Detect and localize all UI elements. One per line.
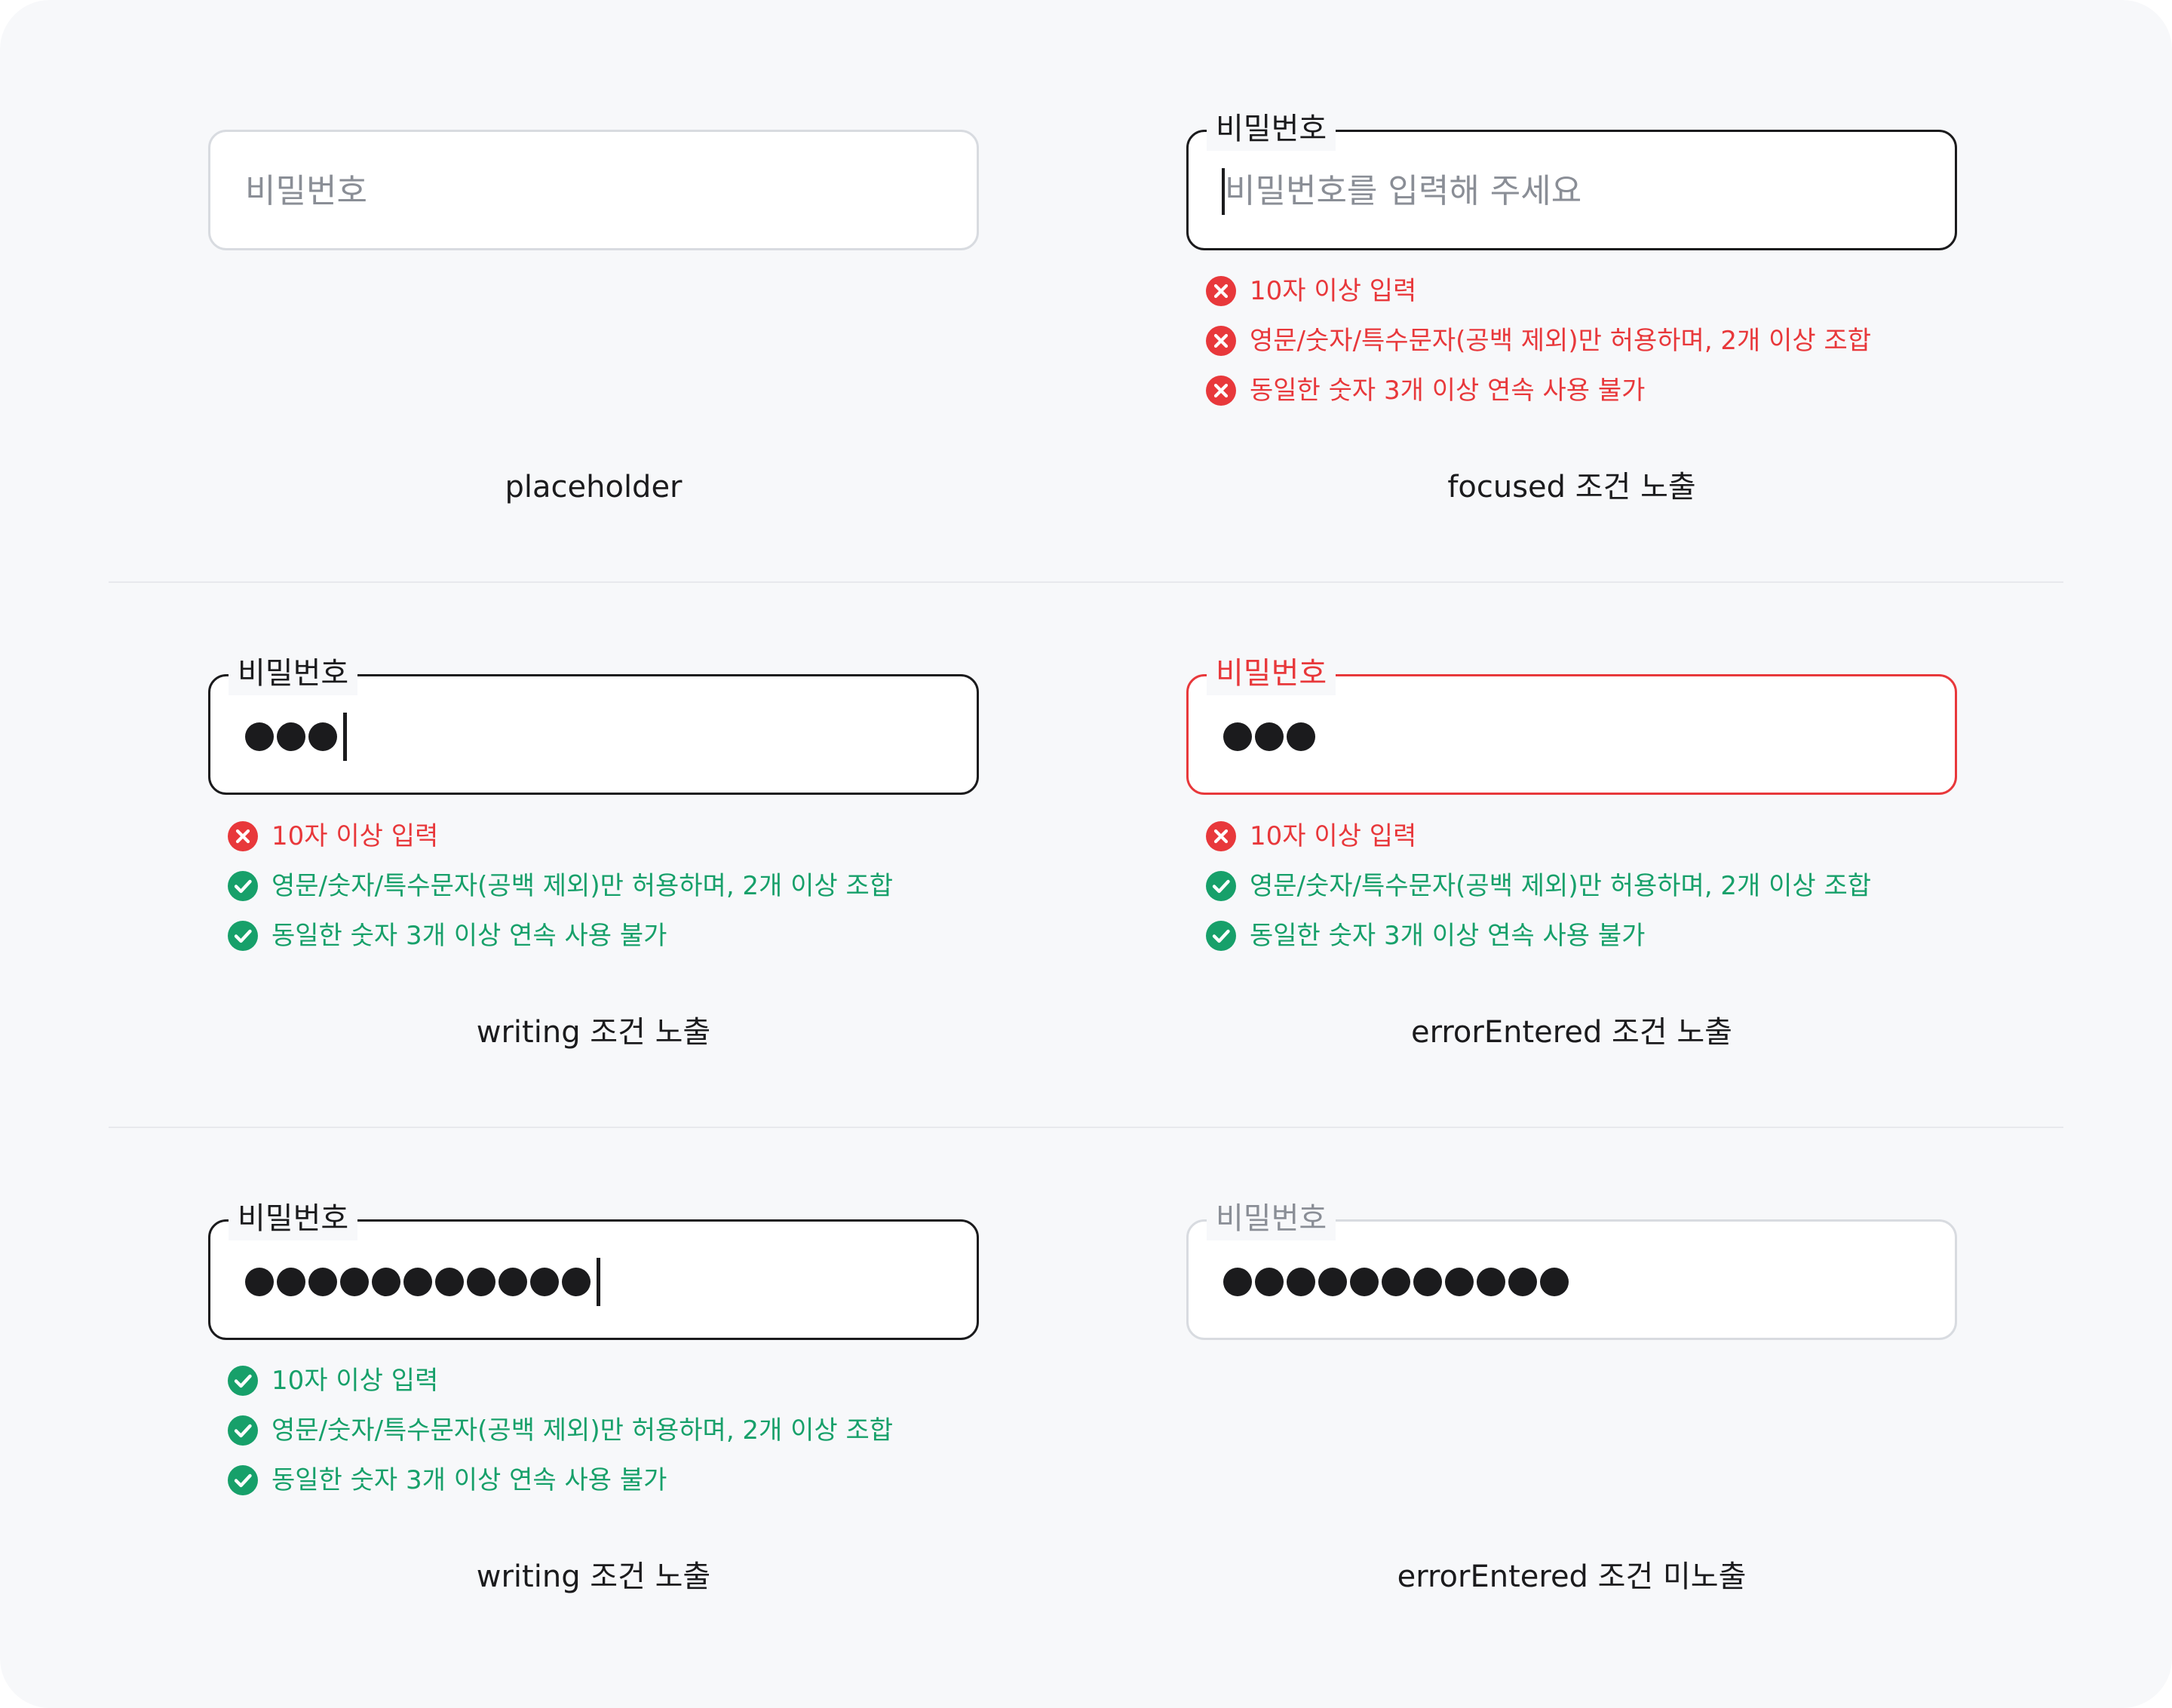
field-label: 비밀번호 xyxy=(1207,652,1336,695)
password-field-focused[interactable]: 비밀번호 비밀번호를 입력해 주세요 xyxy=(1186,107,1957,250)
mask-dot xyxy=(245,1268,274,1296)
mask-dot xyxy=(1223,1268,1252,1296)
field-label: 비밀번호 xyxy=(1207,107,1336,151)
mask-dot xyxy=(1540,1268,1569,1296)
text-caret xyxy=(1222,168,1225,215)
mask-dot xyxy=(499,1268,527,1296)
rule-item: 10자 이상 입력 xyxy=(1206,811,1871,861)
state-caption-placeholder: placeholder xyxy=(505,470,683,504)
rule-item: 동일한 숫자 3개 이상 연속 사용 불가 xyxy=(1206,366,1871,416)
mask-dot xyxy=(1350,1268,1379,1296)
error-x-icon xyxy=(1206,326,1236,356)
mask-dot xyxy=(1255,1268,1284,1296)
password-field-placeholder[interactable]: 비밀번호 xyxy=(208,130,979,250)
mask-dot xyxy=(372,1268,400,1296)
mask-dot xyxy=(403,1268,432,1296)
rule-item: 동일한 숫자 3개 이상 연속 사용 불가 xyxy=(228,911,893,961)
check-circle-icon xyxy=(228,1465,258,1495)
rule-text: 10자 이상 입력 xyxy=(272,821,439,851)
field-label: 비밀번호 xyxy=(229,652,358,695)
text-caret xyxy=(343,713,347,761)
rule-list-writing: 10자 이상 입력 영문/숫자/특수문자(공백 제외)만 허용하며, 2개 이상… xyxy=(228,811,893,961)
password-field-error[interactable]: 비밀번호 xyxy=(1186,652,1957,795)
mask-dot xyxy=(340,1268,369,1296)
rule-item: 10자 이상 입력 xyxy=(228,811,893,861)
state-caption-error: errorEntered 조건 노출 xyxy=(1411,1015,1732,1050)
mask-dot xyxy=(530,1268,559,1296)
error-x-icon xyxy=(228,821,258,851)
rule-text: 영문/숫자/특수문자(공백 제외)만 허용하며, 2개 이상 조합 xyxy=(272,1415,894,1446)
mask-dot xyxy=(1223,722,1252,751)
rule-item: 동일한 숫자 3개 이상 연속 사용 불가 xyxy=(1206,911,1871,961)
mask-dot xyxy=(467,1268,495,1296)
state-caption-writing-valid: writing 조건 노출 xyxy=(476,1559,711,1594)
row-divider xyxy=(109,581,2063,583)
mask-dot xyxy=(245,722,274,751)
state-caption-writing: writing 조건 노출 xyxy=(476,1015,711,1050)
text-caret xyxy=(597,1258,600,1306)
error-x-icon xyxy=(1206,821,1236,851)
rule-item: 영문/숫자/특수문자(공백 제외)만 허용하며, 2개 이상 조합 xyxy=(1206,861,1871,911)
masked-password-value xyxy=(1223,714,1318,759)
check-circle-icon xyxy=(228,1415,258,1446)
rule-text: 동일한 숫자 3개 이상 연속 사용 불가 xyxy=(1250,376,1646,406)
masked-password-value xyxy=(245,713,347,761)
mask-dot xyxy=(1477,1268,1505,1296)
password-field-entered[interactable]: 비밀번호 xyxy=(1186,1197,1957,1340)
rule-text: 동일한 숫자 3개 이상 연속 사용 불가 xyxy=(272,1465,667,1495)
check-circle-icon xyxy=(228,1366,258,1396)
rule-text: 10자 이상 입력 xyxy=(272,1366,439,1396)
mask-dot xyxy=(1255,722,1284,751)
rule-item: 10자 이상 입력 xyxy=(1206,266,1871,316)
mask-dot xyxy=(1382,1268,1410,1296)
mask-dot xyxy=(562,1268,591,1296)
password-placeholder-text: 비밀번호를 입력해 주세요 xyxy=(1225,172,1582,210)
rule-text: 동일한 숫자 3개 이상 연속 사용 불가 xyxy=(272,921,667,951)
rule-item: 영문/숫자/특수문자(공백 제외)만 허용하며, 2개 이상 조합 xyxy=(228,1406,893,1455)
password-field-writing[interactable]: 비밀번호 xyxy=(208,652,979,795)
rule-list-error: 10자 이상 입력 영문/숫자/특수문자(공백 제외)만 허용하며, 2개 이상… xyxy=(1206,811,1871,961)
rule-text: 동일한 숫자 3개 이상 연속 사용 불가 xyxy=(1250,921,1646,951)
check-circle-icon xyxy=(1206,921,1236,951)
rule-text: 영문/숫자/특수문자(공백 제외)만 허용하며, 2개 이상 조합 xyxy=(1250,326,1872,356)
rule-list-writing-valid: 10자 이상 입력 영문/숫자/특수문자(공백 제외)만 허용하며, 2개 이상… xyxy=(228,1356,893,1505)
mask-dot xyxy=(1287,722,1315,751)
mask-dot xyxy=(308,722,337,751)
rule-item: 영문/숫자/특수문자(공백 제외)만 허용하며, 2개 이상 조합 xyxy=(228,861,893,911)
mask-dot xyxy=(1413,1268,1442,1296)
mask-dot xyxy=(1508,1268,1537,1296)
row-divider xyxy=(109,1127,2063,1128)
rule-list-focused: 10자 이상 입력 영문/숫자/특수문자(공백 제외)만 허용하며, 2개 이상… xyxy=(1206,266,1871,416)
mask-dot xyxy=(435,1268,464,1296)
masked-password-value xyxy=(1223,1259,1572,1305)
rule-item: 영문/숫자/특수문자(공백 제외)만 허용하며, 2개 이상 조합 xyxy=(1206,316,1871,366)
state-caption-entered: errorEntered 조건 미노출 xyxy=(1397,1559,1747,1594)
masked-password-value xyxy=(245,1258,600,1306)
state-caption-focused: focused 조건 노출 xyxy=(1447,470,1696,504)
rule-text: 영문/숫자/특수문자(공백 제외)만 허용하며, 2개 이상 조합 xyxy=(272,871,894,901)
mask-dot xyxy=(1287,1268,1315,1296)
field-label: 비밀번호 xyxy=(229,1197,358,1240)
mask-dot xyxy=(277,722,305,751)
check-circle-icon xyxy=(1206,871,1236,901)
mask-dot xyxy=(1318,1268,1347,1296)
error-x-icon xyxy=(1206,276,1236,306)
mask-dot xyxy=(308,1268,337,1296)
check-circle-icon xyxy=(228,871,258,901)
password-field-writing-valid[interactable]: 비밀번호 xyxy=(208,1197,979,1340)
check-circle-icon xyxy=(228,921,258,951)
rule-text: 10자 이상 입력 xyxy=(1250,276,1417,306)
rule-text: 10자 이상 입력 xyxy=(1250,821,1417,851)
field-label: 비밀번호 xyxy=(1207,1197,1336,1240)
mask-dot xyxy=(1445,1268,1474,1296)
error-x-icon xyxy=(1206,376,1236,406)
spec-board: 비밀번호 placeholder 비밀번호 비밀번호를 입력해 주세요 10자 … xyxy=(0,0,2172,1708)
mask-dot xyxy=(277,1268,305,1296)
rule-item: 동일한 숫자 3개 이상 연속 사용 불가 xyxy=(228,1455,893,1505)
rule-item: 10자 이상 입력 xyxy=(228,1356,893,1406)
rule-text: 영문/숫자/특수문자(공백 제외)만 허용하며, 2개 이상 조합 xyxy=(1250,871,1872,901)
password-placeholder-text: 비밀번호 xyxy=(245,172,367,210)
